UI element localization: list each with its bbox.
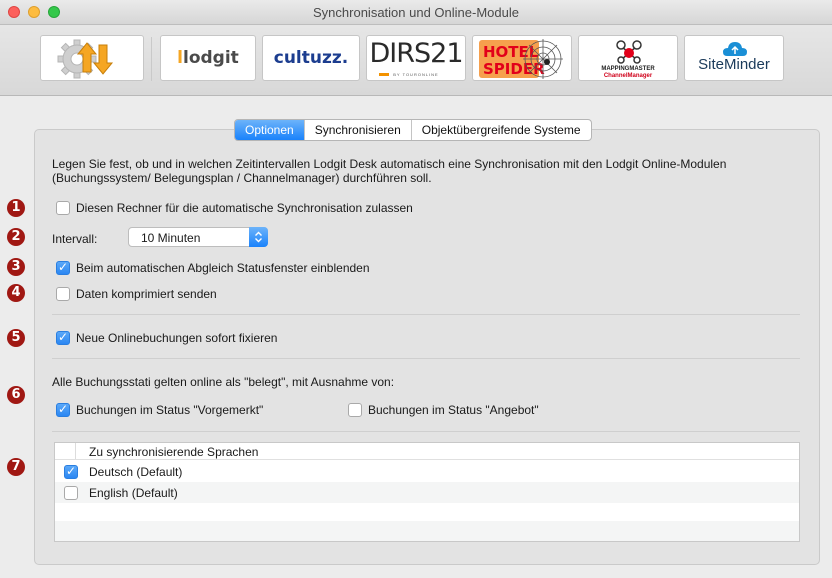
- table-row-empty: [55, 521, 799, 541]
- mappingmaster-logo: MAPPINGMASTER: [601, 66, 655, 72]
- tab-synchronisieren[interactable]: Synchronisieren: [303, 120, 411, 140]
- status-offer-label: Buchungen im Status "Angebot": [368, 403, 539, 417]
- tab-bar: Optionen Synchronisieren Objektübergreif…: [234, 119, 592, 141]
- marker-4: 4: [7, 284, 25, 302]
- divider: [52, 314, 800, 315]
- booking-status-intro: Alle Buchungsstati gelten online als "be…: [52, 375, 395, 389]
- interval-value: 10 Minuten: [141, 231, 201, 245]
- divider: [52, 358, 800, 359]
- toolbar-dirs21[interactable]: DIRS21 BY TOURONLINE: [366, 35, 466, 81]
- dirs21-logo: DIRS21: [369, 38, 463, 69]
- cultuzz-logo: cultuzz.: [273, 48, 349, 68]
- status-reserved-checkbox[interactable]: [56, 402, 70, 417]
- fix-online-bookings-label: Neue Onlinebuchungen sofort fixieren: [76, 331, 278, 345]
- toolbar-siteminder[interactable]: SiteMinder: [684, 35, 784, 81]
- language-label: English (Default): [89, 486, 178, 500]
- select-arrows-icon: [249, 227, 268, 247]
- tab-optionen[interactable]: Optionen: [235, 120, 304, 140]
- title-bar: Synchronisation und Online-Module: [0, 0, 832, 25]
- language-label: Deutsch (Default): [89, 465, 183, 479]
- table-row[interactable]: English (Default): [55, 482, 799, 503]
- toolbar-mappingmaster[interactable]: MAPPINGMASTER ChannelManager: [578, 35, 678, 81]
- description-line-1: Legen Sie fest, ob und in welchen Zeitin…: [52, 157, 727, 171]
- toolbar: llodgit cultuzz. DIRS21 BY TOURONLINE HO…: [0, 25, 832, 96]
- language-checkbox[interactable]: [64, 464, 78, 479]
- marker-7: 7: [7, 458, 25, 476]
- hotel-spider-logo: HOTEL SPIDER: [479, 39, 563, 79]
- send-compressed-checkbox[interactable]: [56, 287, 70, 301]
- languages-column-header[interactable]: Zu synchronisierende Sprachen: [89, 445, 258, 459]
- language-checkbox[interactable]: [64, 486, 78, 500]
- send-compressed-label: Daten komprimiert senden: [76, 287, 217, 301]
- sync-window: Synchronisation und Online-Module llodgi…: [0, 0, 832, 578]
- marker-2: 2: [7, 228, 25, 246]
- lodgit-logo: llodgit: [177, 48, 239, 68]
- toolbar-lodgit[interactable]: llodgit: [160, 35, 256, 81]
- table-row[interactable]: Deutsch (Default): [55, 461, 799, 482]
- interval-label: Intervall:: [52, 232, 98, 246]
- show-status-window-label: Beim automatischen Abgleich Statusfenste…: [76, 261, 370, 275]
- marker-3: 3: [7, 258, 25, 276]
- description-line-2: (Buchungssystem/ Belegungsplan / Channel…: [52, 171, 432, 185]
- interval-select[interactable]: 10 Minuten: [128, 227, 268, 247]
- marker-5: 5: [7, 329, 25, 347]
- toolbar-separator: [151, 37, 152, 81]
- marker-1: 1: [7, 199, 25, 217]
- dirs21-subtext: BY TOURONLINE: [393, 72, 439, 77]
- languages-table: Zu synchronisierende Sprachen Deutsch (D…: [54, 442, 800, 542]
- status-offer-checkbox[interactable]: [348, 403, 362, 417]
- show-status-window-checkbox[interactable]: [56, 260, 70, 275]
- mappingmaster-icon: [616, 40, 642, 64]
- languages-table-header: Zu synchronisierende Sprachen: [55, 443, 799, 460]
- allow-auto-sync-label: Diesen Rechner für die automatische Sync…: [76, 201, 413, 215]
- tab-objektuebergreifende-systeme[interactable]: Objektübergreifende Systeme: [410, 120, 591, 140]
- fix-online-bookings-checkbox[interactable]: [56, 330, 70, 345]
- toolbar-sync-settings[interactable]: [40, 35, 144, 81]
- mappingmaster-subtext: ChannelManager: [603, 73, 653, 79]
- status-reserved-label: Buchungen im Status "Vorgemerkt": [76, 403, 264, 417]
- gear-arrows-icon: [57, 39, 114, 79]
- allow-auto-sync-checkbox[interactable]: [56, 201, 70, 215]
- divider: [52, 431, 800, 432]
- window-title: Synchronisation und Online-Module: [313, 5, 519, 20]
- column-separator: [75, 443, 76, 459]
- toolbar-cultuzz[interactable]: cultuzz.: [262, 35, 360, 81]
- toolbar-hotel-spider[interactable]: HOTEL SPIDER: [472, 35, 572, 81]
- siteminder-logo: SiteMinder: [698, 56, 770, 73]
- marker-6: 6: [7, 386, 25, 404]
